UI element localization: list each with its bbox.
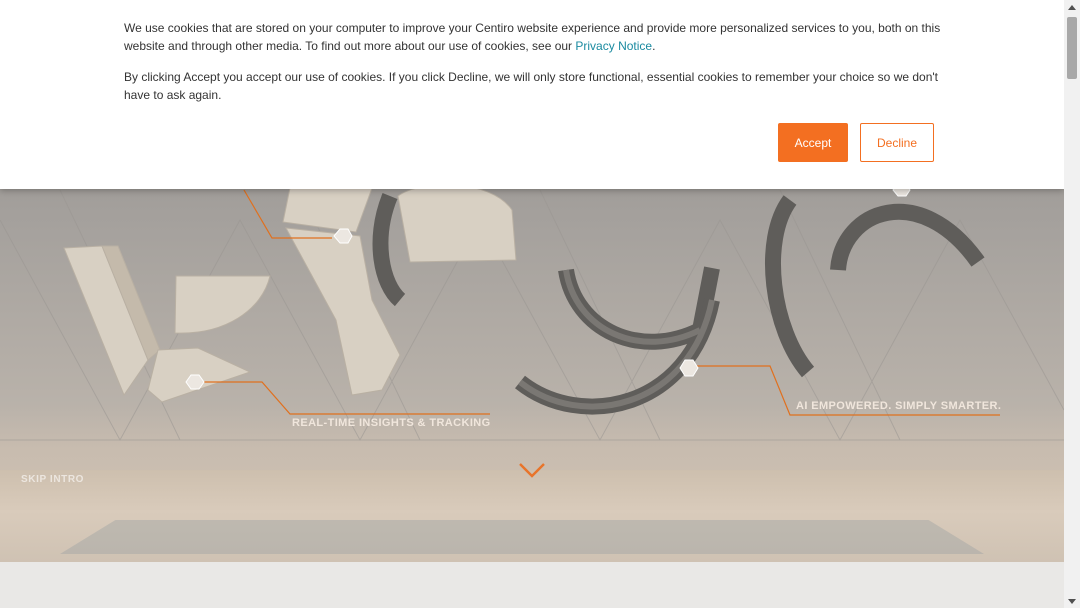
- cookie-text-intro: We use cookies that are stored on your c…: [124, 21, 941, 53]
- callout-realtime-insights: REAL-TIME INSIGHTS & TRACKING: [292, 417, 491, 429]
- skip-intro-link[interactable]: SKIP INTRO: [21, 474, 84, 485]
- accept-button[interactable]: Accept: [778, 123, 848, 162]
- privacy-notice-link[interactable]: Privacy Notice: [575, 39, 652, 53]
- cookie-text-paragraph-1: We use cookies that are stored on your c…: [124, 19, 944, 55]
- scroll-up-arrow-icon[interactable]: [1064, 0, 1080, 14]
- scroll-down-arrow-icon[interactable]: [1064, 594, 1080, 608]
- scrollbar-thumb[interactable]: [1067, 17, 1077, 79]
- chevron-down-icon[interactable]: [518, 460, 546, 480]
- content-band: [0, 562, 1064, 608]
- cookie-banner: We use cookies that are stored on your c…: [0, 0, 1064, 189]
- cookie-text-period: .: [652, 39, 656, 53]
- decline-button[interactable]: Decline: [860, 123, 934, 162]
- vertical-scrollbar[interactable]: [1064, 0, 1080, 608]
- callout-ai-empowered: AI EMPOWERED. SIMPLY SMARTER.: [796, 400, 1002, 412]
- cookie-text-paragraph-2: By clicking Accept you accept our use of…: [124, 70, 939, 102]
